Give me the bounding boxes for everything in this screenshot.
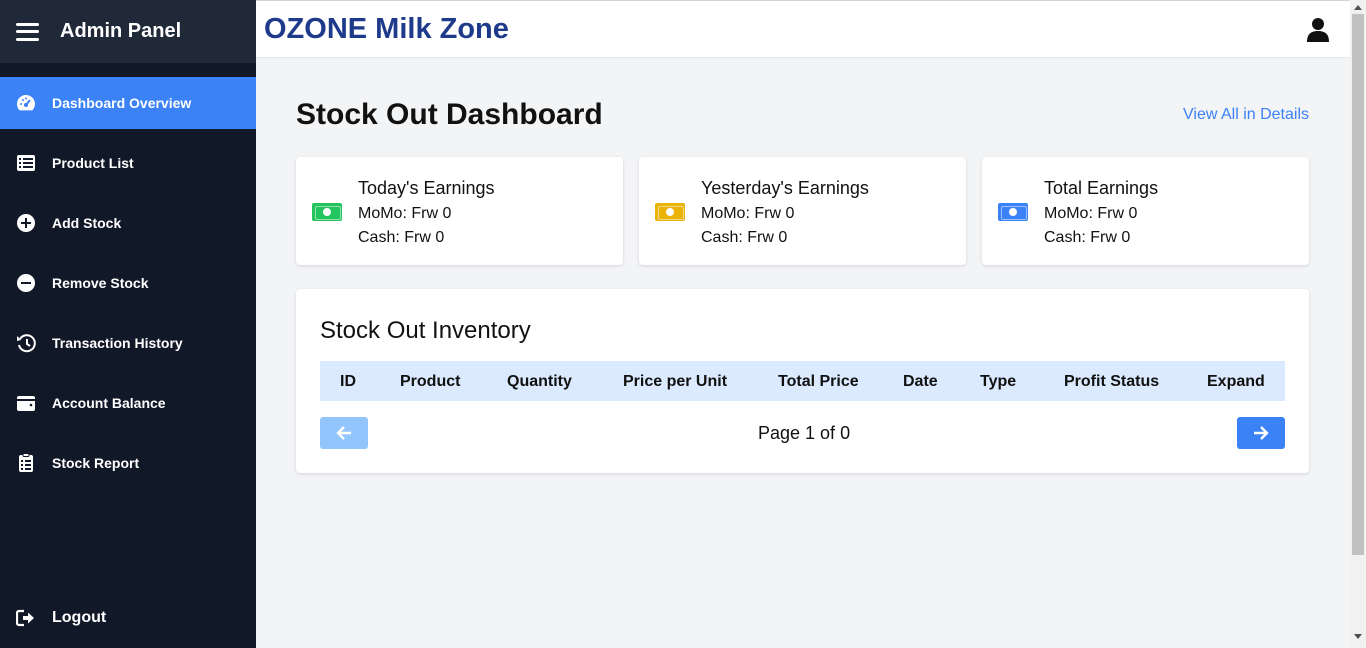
column-header-quantity: Quantity [507, 373, 572, 390]
sidebar-item-label: Dashboard Overview [52, 95, 192, 111]
card-momo: MoMo: Frw 0 [701, 205, 795, 222]
page-title: Stock Out Dashboard [296, 98, 603, 131]
scroll-down-arrow-icon[interactable] [1354, 634, 1362, 639]
hamburger-menu-icon[interactable] [16, 22, 39, 41]
next-page-button[interactable] [1237, 417, 1285, 449]
sidebar-header: Admin Panel [0, 0, 256, 63]
sidebar-item-label: Transaction History [52, 335, 183, 351]
arrow-left-icon [336, 426, 351, 440]
previous-page-button[interactable] [320, 417, 368, 449]
card-cash: Cash: Frw 0 [1044, 229, 1131, 246]
inventory-title: Stock Out Inventory [320, 317, 531, 344]
card-momo: MoMo: Frw 0 [1044, 205, 1138, 222]
card-title: Today's Earnings [358, 178, 495, 198]
top-header: OZONE Milk Zone [256, 0, 1350, 58]
sidebar: Admin Panel Dashboard Overview Product L… [0, 0, 256, 648]
money-bill-icon [655, 203, 685, 221]
sidebar-item-label: Account Balance [52, 395, 166, 411]
column-header-price-per-unit: Price per Unit [623, 373, 728, 390]
sidebar-nav: Dashboard Overview Product List Add Stoc… [0, 77, 256, 489]
card-title: Total Earnings [1044, 178, 1159, 198]
page-indicator: Page 1 of 0 [758, 423, 851, 443]
sidebar-item-stock-report[interactable]: Stock Report [0, 437, 256, 489]
card-cash: Cash: Frw 0 [358, 229, 445, 246]
scrollbar-thumb[interactable] [1352, 14, 1364, 555]
history-icon [16, 333, 36, 353]
card-momo: MoMo: Frw 0 [358, 205, 452, 222]
card-cash: Cash: Frw 0 [701, 229, 788, 246]
sidebar-item-label: Stock Report [52, 455, 140, 471]
sidebar-item-label: Product List [52, 155, 134, 171]
minus-circle-icon [16, 273, 36, 293]
view-all-link[interactable]: View All in Details [1183, 106, 1309, 124]
user-icon[interactable] [1306, 17, 1330, 43]
sidebar-title: Admin Panel [60, 20, 182, 42]
sidebar-item-dashboard-overview[interactable]: Dashboard Overview [0, 77, 256, 129]
money-bill-icon [312, 203, 342, 221]
earnings-card-total: Total Earnings MoMo: Frw 0 Cash: Frw 0 [982, 157, 1309, 265]
scroll-up-arrow-icon[interactable] [1354, 5, 1362, 10]
logout-label: Logout [52, 609, 107, 626]
logout-button[interactable]: Logout [0, 592, 256, 644]
column-header-id: ID [340, 373, 356, 390]
sidebar-item-account-balance[interactable]: Account Balance [0, 377, 256, 429]
vertical-scrollbar[interactable] [1350, 0, 1366, 648]
money-bill-icon [998, 203, 1028, 221]
sidebar-item-label: Add Stock [52, 215, 122, 231]
sidebar-item-remove-stock[interactable]: Remove Stock [0, 257, 256, 309]
plus-circle-icon [16, 213, 36, 233]
sidebar-item-transaction-history[interactable]: Transaction History [0, 317, 256, 369]
earnings-card-yesterday: Yesterday's Earnings MoMo: Frw 0 Cash: F… [639, 157, 966, 265]
earnings-card-today: Today's Earnings MoMo: Frw 0 Cash: Frw 0 [296, 157, 623, 265]
column-header-type: Type [980, 373, 1017, 390]
column-header-date: Date [903, 373, 938, 390]
column-header-total-price: Total Price [778, 373, 859, 390]
sidebar-item-add-stock[interactable]: Add Stock [0, 197, 256, 249]
column-header-product: Product [400, 373, 461, 390]
sidebar-item-product-list[interactable]: Product List [0, 137, 256, 189]
stock-out-inventory-panel: Stock Out Inventory ID Product Quantity … [296, 289, 1309, 473]
wallet-icon [16, 393, 36, 413]
card-title: Yesterday's Earnings [701, 178, 869, 198]
column-header-expand: Expand [1207, 373, 1265, 390]
sidebar-item-label: Remove Stock [52, 275, 149, 291]
column-header-profit-status: Profit Status [1064, 373, 1160, 390]
arrow-right-icon [1254, 426, 1269, 440]
brand-title: OZONE Milk Zone [264, 12, 509, 45]
table-header-row: ID Product Quantity Price per Unit Total… [320, 361, 1285, 401]
clipboard-icon [16, 453, 36, 473]
logout-icon [16, 608, 36, 628]
list-icon [16, 153, 36, 173]
gauge-icon [16, 93, 36, 113]
